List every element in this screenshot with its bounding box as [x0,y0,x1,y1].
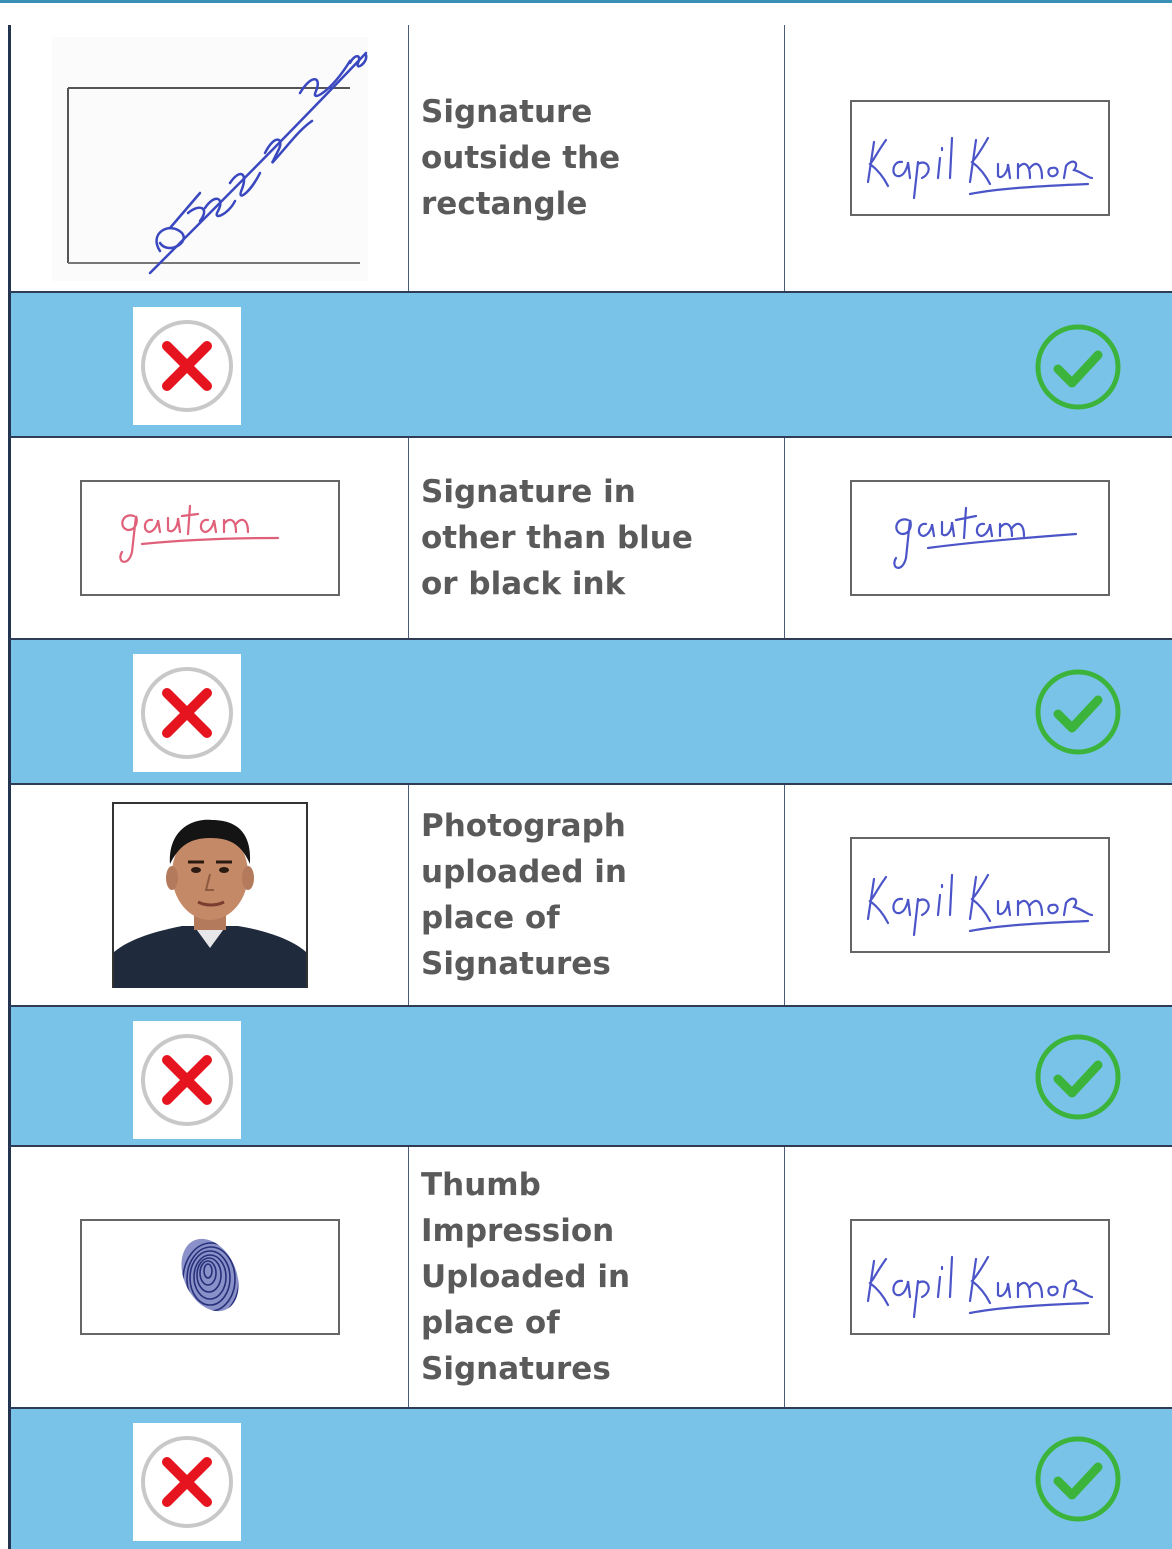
example-row-outside-rectangle: Signature outside the rectangle [8,25,1172,293]
good-example-cell [785,785,1172,1005]
description-cell: Signature outside the rectangle [409,25,785,291]
description-cell: Thumb Impression Uploaded in place of Si… [409,1147,785,1407]
thumb-impression-image [79,1219,340,1335]
verdict-band [8,293,1172,438]
photograph-image [111,802,308,988]
description-label: Photograph uploaded in place of Signatur… [421,808,627,982]
reject-marker [133,307,241,425]
correct-signature-image [850,480,1110,596]
bad-example-cell [11,25,409,291]
signature-outside-rectangle-image [51,37,368,281]
reject-marker [133,1423,241,1541]
bad-example-cell [11,1147,409,1407]
check-icon [1035,324,1121,410]
check-icon [1035,1034,1121,1120]
top-rule [0,0,1172,3]
example-row-wrong-ink: Signature in other than blue or black in… [8,438,1172,640]
description-label: Signature outside the rectangle [421,94,621,222]
description-label: Signature in other than blue or black in… [421,474,693,602]
good-example-cell [785,25,1172,291]
description-cell: Photograph uploaded in place of Signatur… [409,785,785,1005]
bad-example-cell [11,438,409,638]
x-icon [141,667,233,759]
good-example-cell [785,1147,1172,1407]
x-icon [141,1034,233,1126]
verdict-band [8,1409,1172,1549]
example-row-thumb-impression: Thumb Impression Uploaded in place of Si… [8,1147,1172,1409]
check-icon [1035,1436,1121,1522]
correct-signature-image [850,1219,1110,1335]
bad-example-cell [11,785,409,1005]
x-icon [141,320,233,412]
reject-marker [133,654,241,772]
correct-signature-image [850,100,1110,216]
correct-signature-image [850,837,1110,953]
x-icon [141,1436,233,1528]
red-ink-signature-image [79,480,340,596]
reject-marker [133,1021,241,1139]
description-cell: Signature in other than blue or black in… [409,438,785,638]
verdict-band [8,1007,1172,1147]
check-icon [1035,669,1121,755]
verdict-band [8,640,1172,785]
good-example-cell [785,438,1172,638]
signature-guidelines-table: Signature outside the rectangle Signatur… [8,25,1172,1549]
example-row-photograph: Photograph uploaded in place of Signatur… [8,785,1172,1007]
description-label: Thumb Impression Uploaded in place of Si… [421,1167,631,1387]
